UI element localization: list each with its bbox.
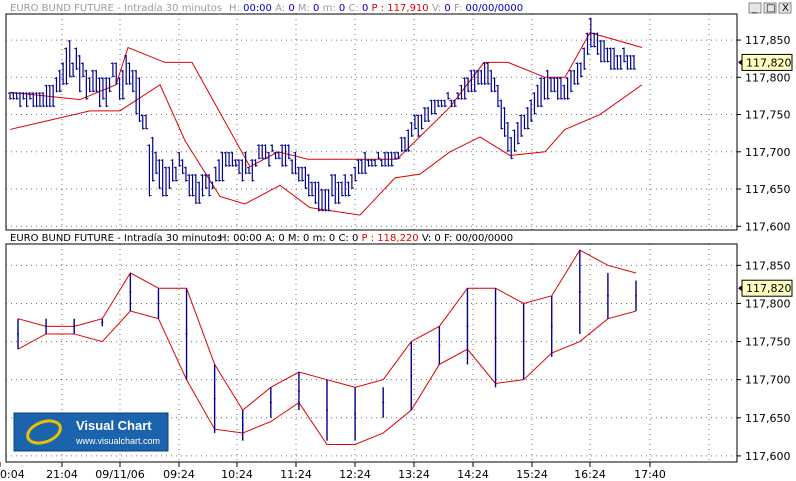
x-tick-label: 17:40: [634, 468, 666, 481]
x-tick-label: 15:24: [516, 468, 548, 481]
bottom-panel-title: EURO BUND FUTURE - Intradía 30 minutos: [10, 232, 222, 244]
header-field-key: F:: [441, 233, 456, 244]
y-tick-label: 117,800: [745, 297, 791, 310]
bottom-panel-y-axis: 117,600 117,650 117,700 117,750 117,800 117,8…: [737, 259, 793, 463]
header-field-key: A:: [262, 233, 278, 244]
maximize-button[interactable]: □: [763, 2, 777, 14]
x-tick-label: 09:24: [163, 468, 195, 481]
close-icon: X: [782, 3, 789, 14]
header-field-key: M:: [295, 3, 313, 14]
top-panel-title: EURO BUND FUTURE - Intradía 30 minutos: [10, 2, 222, 14]
x-tick-label: 0:04: [0, 468, 25, 481]
minimize-icon: _: [751, 3, 758, 14]
header-field-key: M:: [285, 233, 303, 244]
price-marker-icon: [738, 285, 742, 292]
header-field-key: H:: [229, 3, 243, 14]
chart-window: 117,600 117,650 117,700 117,750 117,800 117,8…: [0, 2, 793, 481]
y-tick-label: 117,850: [745, 34, 791, 47]
header-field-value: 117,910: [387, 3, 428, 14]
y-tick-label: 117,600: [745, 220, 791, 233]
bottom-panel-header: EURO BUND FUTURE - Intradía 30 minutos H…: [10, 232, 513, 244]
header-field-value: 118,220: [377, 233, 418, 244]
header-field-key: C:: [345, 3, 362, 14]
header-field-key: P :: [358, 233, 377, 244]
x-tick-label: 14:24: [457, 468, 489, 481]
header-field-value: 00:00: [233, 233, 262, 244]
x-tick-label: 13:24: [398, 468, 430, 481]
current-price-label: 117,820: [746, 282, 792, 295]
x-tick-label: 16:24: [574, 468, 606, 481]
x-axis: 0:04 21:04 09/11/06 09:24 10:24 11:24 12:24 13:…: [0, 461, 737, 481]
price-marker-icon: [738, 59, 742, 66]
y-tick-label: 117,650: [745, 183, 791, 196]
top-panel[interactable]: 117,600 117,650 117,700 117,750 117,800 117,8…: [5, 13, 793, 233]
x-tick-label: 12:24: [339, 468, 371, 481]
y-tick-label: 117,600: [745, 450, 791, 463]
y-tick-label: 117,700: [745, 374, 791, 387]
header-field-key: P :: [368, 3, 387, 14]
y-tick-label: 117,750: [745, 336, 791, 349]
visual-chart-logo: Visual Chart www.visualchart.com: [13, 412, 169, 452]
header-field-key: V:: [429, 3, 445, 14]
header-field-key: F:: [451, 3, 466, 14]
maximize-icon: □: [766, 3, 775, 14]
header-field-key: m:: [319, 3, 338, 14]
bottom-panel-header-fields: H: 00:00 A: 0 M: 0 m: 0 C: 0 P : 118,220…: [219, 233, 513, 244]
header-field-key: m:: [309, 233, 328, 244]
current-price-tag: 117,820: [738, 279, 793, 297]
header-field-key: V:: [419, 233, 435, 244]
y-tick-label: 117,800: [745, 71, 791, 84]
y-tick-label: 117,750: [745, 109, 791, 122]
top-panel-header-fields: H: 00:00 A: 0 M: 0 m: 0 C: 0 P : 117,910…: [229, 3, 523, 14]
minimize-button[interactable]: _: [748, 2, 762, 14]
top-panel-frame: [5, 13, 738, 231]
logo-url: www.visualchart.com: [75, 436, 160, 446]
header-field-value: 00:00: [243, 3, 272, 14]
x-tick-label: 10:24: [221, 468, 253, 481]
x-tick-label: 09/11/06: [95, 468, 144, 481]
x-tick-label: 11:24: [280, 468, 312, 481]
close-button[interactable]: X: [778, 2, 792, 14]
window-controls: _ □ X: [748, 2, 792, 14]
current-price-tag: 117,820: [738, 53, 793, 71]
y-tick-label: 117,850: [745, 259, 791, 272]
header-field-value: 00/00/0000: [456, 233, 514, 244]
header-field-key: H:: [219, 233, 233, 244]
y-tick-label: 117,650: [745, 412, 791, 425]
logo-title: Visual Chart: [76, 418, 152, 433]
current-price-label: 117,820: [746, 56, 792, 69]
header-field-key: C:: [335, 233, 352, 244]
x-tick-label: 21:04: [46, 468, 78, 481]
top-panel-header: EURO BUND FUTURE - Intradía 30 minutos H…: [10, 2, 523, 14]
header-field-value: 00/00/0000: [466, 3, 524, 14]
top-panel-y-axis: 117,600 117,650 117,700 117,750 117,800 117,8…: [737, 34, 793, 233]
header-field-key: A:: [272, 3, 288, 14]
y-tick-label: 117,700: [745, 146, 791, 159]
